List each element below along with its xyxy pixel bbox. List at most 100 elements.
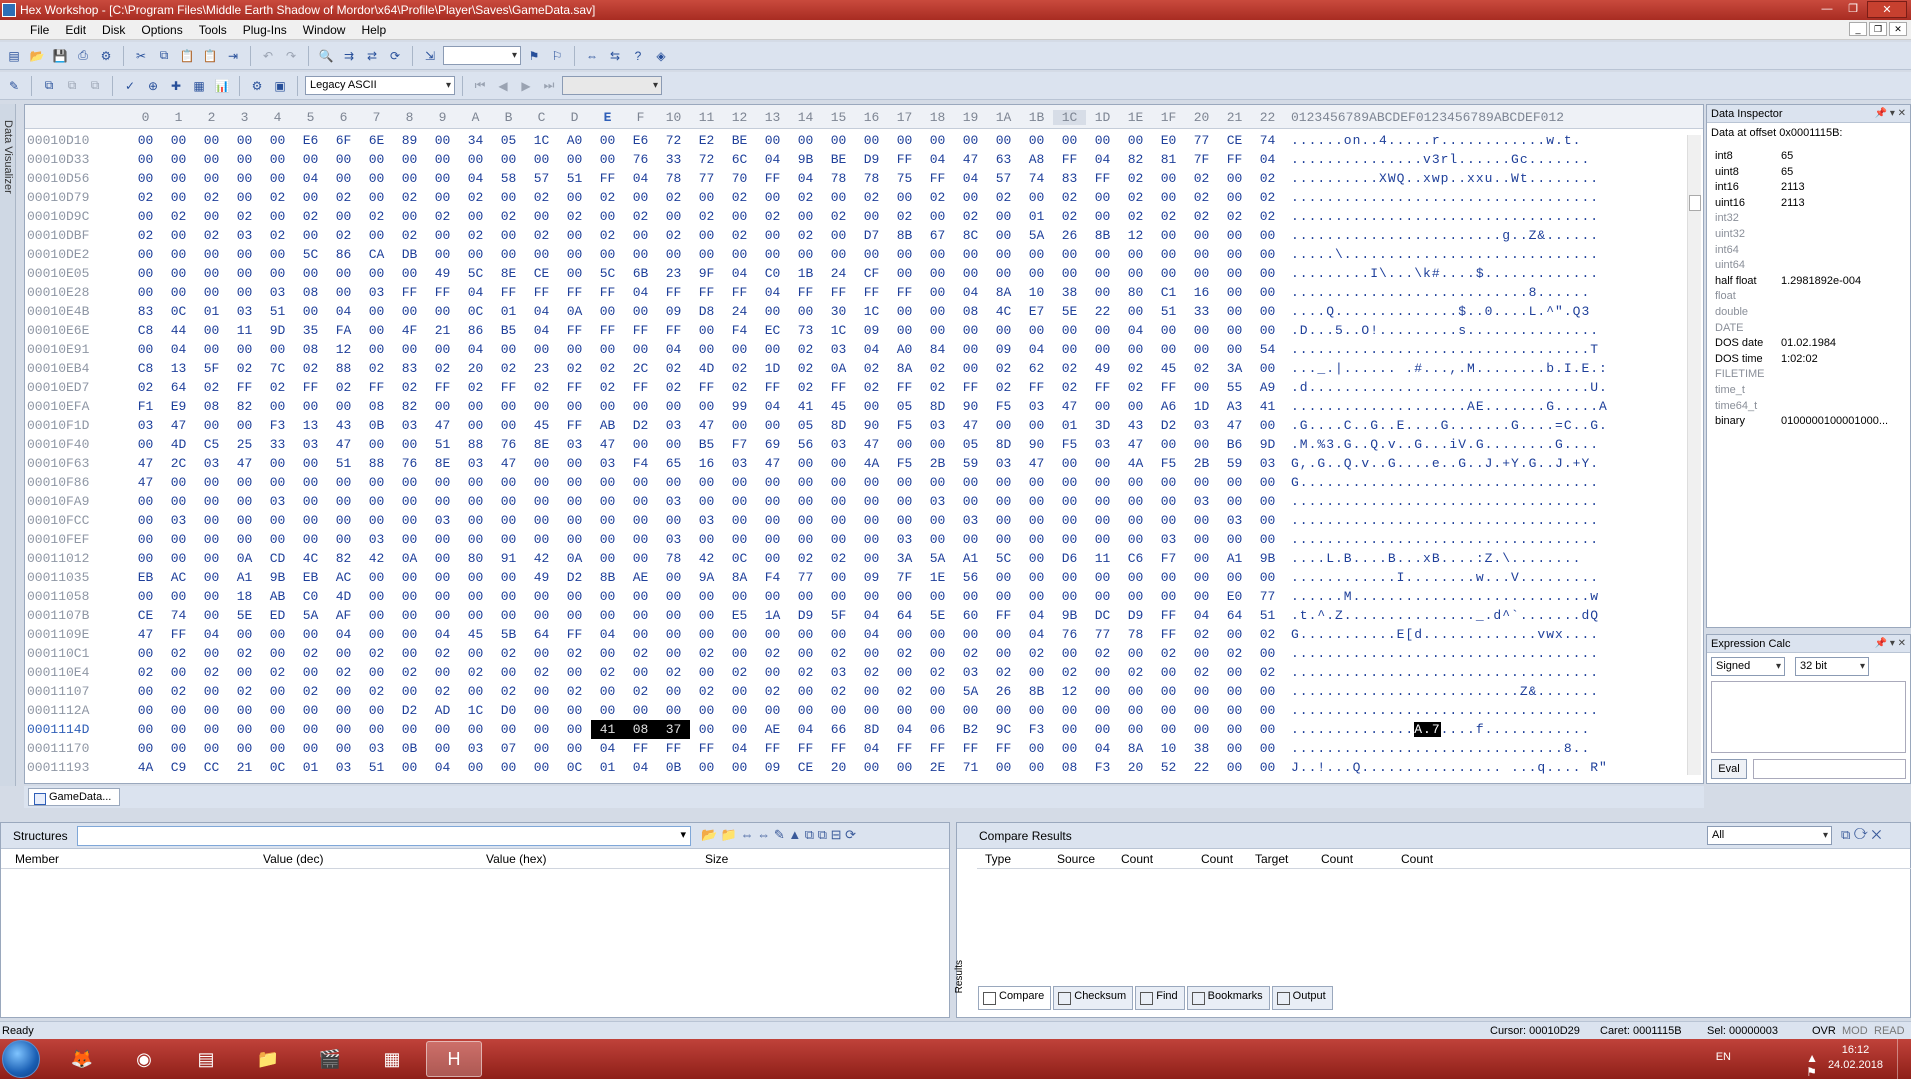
save-icon[interactable]: 💾 (50, 46, 70, 66)
hex-workshop-task-icon[interactable]: H (426, 1041, 482, 1077)
structures-col-header[interactable]: Value (hex) (486, 852, 546, 866)
row-ascii[interactable]: G.................................. (1291, 473, 1599, 492)
show-desktop-button[interactable] (1897, 1039, 1911, 1079)
row-ascii[interactable]: ....Q..............$..0....L.^".Q3 (1291, 302, 1590, 321)
doc-close-button[interactable]: ✕ (1889, 22, 1907, 36)
copy-as-icon[interactable]: ⧉ (39, 76, 59, 96)
row-ascii[interactable]: ..................................T (1291, 340, 1599, 359)
minimize-button[interactable]: — (1815, 1, 1839, 18)
sync-icon[interactable]: ⇆ (605, 46, 625, 66)
inspector-row[interactable]: binary 0100000100001000... (1715, 412, 1895, 431)
compare-col-header[interactable]: Count (1201, 852, 1233, 866)
row-ascii[interactable]: ...........................8...... (1291, 283, 1590, 302)
hex-row[interactable]: 00010E6E C8 44 00 11 9D 35 FA 00 4F 21 86 B5 04 FF FF FF… (25, 321, 1681, 340)
row-bytes[interactable]: C8 13 5F 02 7C 02 88 02 83 02 20 02 23 02 02 2C 02 4D 02 1D… (129, 359, 1284, 378)
row-bytes[interactable]: 00 00 00 00 00 00 00 00 00 49 5C 8E CE 00 5C 6B 23 9F 04 C0… (129, 264, 1284, 283)
open-icon[interactable]: 📂 (27, 46, 47, 66)
hex-row[interactable]: 00010F63 47 2C 03 47 00 00 51 88 76 8E 03 47 00 00 03 F4… (25, 454, 1681, 473)
export-icon[interactable]: ⇥ (223, 46, 243, 66)
hex-row[interactable]: 00010D79 02 00 02 00 02 00 02 00 02 00 02 00 02 00 02 00… (25, 188, 1681, 207)
stats-icon[interactable]: 📊 (212, 76, 232, 96)
tab-bookmarks[interactable]: Bookmarks (1186, 986, 1270, 1010)
hex-row[interactable]: 00010D33 00 00 00 00 00 00 00 00 00 00 00 00 00 00 00 76… (25, 150, 1681, 169)
compare-col-header[interactable]: Count (1121, 852, 1153, 866)
row-bytes[interactable]: 00 00 00 0A CD 4C 82 42 0A 00 80 91 42 0A 00 00 78 42 0C 00… (129, 549, 1284, 568)
goto-icon[interactable]: ⇲ (420, 46, 440, 66)
hex-row[interactable]: 00010DBF 02 00 02 03 02 00 02 00 02 00 02 00 02 00 02 00… (25, 226, 1681, 245)
hex-row[interactable]: 00011058 00 00 00 18 AB C0 4D 00 00 00 00 00 00 00 00 00… (25, 587, 1681, 606)
hex-row[interactable]: 00010E28 00 00 00 00 03 08 00 03 FF FF 04 FF FF FF FF 04… (25, 283, 1681, 302)
row-bytes[interactable]: 00 00 00 00 00 04 00 00 00 00 04 58 57 51 FF 04 78 77 70 FF… (129, 169, 1284, 188)
row-bytes[interactable]: 00 00 00 00 03 00 00 00 00 00 00 00 00 00 00 00 03 00 00 00… (129, 492, 1284, 511)
row-bytes[interactable]: EB AC 00 A1 9B EB AC 00 00 00 00 00 49 D2 8B AE 00 9A 8A F4… (129, 568, 1284, 587)
find-icon[interactable]: 🔍 (316, 46, 336, 66)
hex-row[interactable]: 00010E4B 83 0C 01 03 51 00 04 00 00 00 0C 01 04 0A 00 00… (25, 302, 1681, 321)
find-next-icon[interactable]: ⇉ (339, 46, 359, 66)
doc-minimize-button[interactable]: _ (1849, 22, 1867, 36)
row-bytes[interactable]: 02 64 02 FF 02 FF 02 FF 02 FF 02 FF 02 FF 02 FF 02 FF 02 FF… (129, 378, 1284, 397)
eval-button[interactable]: Eval (1711, 759, 1747, 779)
fill-icon[interactable]: ▦ (189, 76, 209, 96)
menu-plugins[interactable]: Plug-Ins (235, 23, 295, 37)
row-ascii[interactable]: ............I........w...V......... (1291, 568, 1599, 587)
row-ascii[interactable]: ....................AE.......G.....A (1291, 397, 1608, 416)
row-bytes[interactable]: 00 00 00 00 00 00 00 03 00 00 00 00 00 00 00 00 03 00 00 00… (129, 530, 1284, 549)
paste-icon[interactable]: 📋 (177, 46, 197, 66)
bookmark-next-icon[interactable]: ⚐ (547, 46, 567, 66)
print-icon[interactable]: ⎙ (73, 46, 93, 66)
last-icon[interactable]: ⏭ (539, 76, 559, 96)
compare-col-header[interactable]: Count (1321, 852, 1353, 866)
first-icon[interactable]: ⏮ (470, 76, 490, 96)
hex-row[interactable]: 0001107B CE 74 00 5E ED 5A AF 00 00 00 00 00 00 00 00 00… (25, 606, 1681, 625)
refresh-icon[interactable]: ⟳ (385, 46, 405, 66)
hex-row[interactable]: 00010D10 00 00 00 00 00 E6 6F 6E 89 00 34 05 1C A0 00 E6… (25, 131, 1681, 150)
hex-row[interactable]: 00010F86 47 00 00 00 00 00 00 00 00 00 00 00 00 00 00 00… (25, 473, 1681, 492)
clock[interactable]: 16:12 24.02.2018 (1828, 1043, 1883, 1073)
row-bytes[interactable]: 83 0C 01 03 51 00 04 00 00 00 0C 01 04 0A 00 00 09 D8 24 00… (129, 302, 1284, 321)
export-as-icon[interactable]: ⧉ (62, 76, 82, 96)
row-ascii[interactable]: ................................... (1291, 644, 1599, 663)
tab-output[interactable]: Output (1271, 986, 1333, 1010)
menu-help[interactable]: Help (353, 23, 394, 37)
menu-edit[interactable]: Edit (57, 23, 94, 37)
menu-window[interactable]: Window (295, 23, 354, 37)
compare-filter-select[interactable]: All (1707, 826, 1832, 845)
row-bytes[interactable]: 00 00 00 00 00 00 00 00 00 00 00 00 00 00 00 76 33 72 6C 04… (129, 150, 1284, 169)
expression-input[interactable] (1711, 681, 1906, 753)
compare-col-header[interactable]: Type (985, 852, 1011, 866)
hex-row[interactable]: 00010EB4 C8 13 5F 02 7C 02 88 02 83 02 20 02 23 02 02 2C… (25, 359, 1681, 378)
row-ascii[interactable]: .M.%3.G..Q.v..G...iV.G........G.... (1291, 435, 1599, 454)
sign-select[interactable]: Signed (1711, 657, 1785, 676)
firefox-icon[interactable]: 🦊 (54, 1041, 110, 1077)
hex-row[interactable]: 00010EFA F1 E9 08 82 00 00 00 08 82 00 00 00 00 00 00 00… (25, 397, 1681, 416)
row-ascii[interactable]: ................................... (1291, 663, 1599, 682)
undo-icon[interactable]: ↶ (258, 46, 278, 66)
doc-restore-button[interactable]: ❐ (1869, 22, 1887, 36)
row-bytes[interactable]: 00 02 00 02 00 02 00 02 00 02 00 02 00 02 00 02 00 02 00 02… (129, 207, 1284, 226)
properties-icon[interactable]: ⚙ (96, 46, 116, 66)
maximize-button[interactable]: ❐ (1841, 1, 1865, 18)
row-ascii[interactable]: ........................g..Z&...... (1291, 226, 1599, 245)
row-bytes[interactable]: 00 02 00 02 00 02 00 02 00 02 00 02 00 02 00 02 00 02 00 02… (129, 682, 1284, 701)
row-ascii[interactable]: J..!...Q................ ...q.... R" (1291, 758, 1608, 777)
hex-row[interactable]: 00010F1D 03 47 00 00 F3 13 43 0B 03 47 00 00 45 FF AB D2… (25, 416, 1681, 435)
row-bytes[interactable]: 00 00 00 00 00 00 00 00 00 00 00 00 00 00 41 08 37 00 00 AE… (129, 720, 1284, 739)
structures-select[interactable] (77, 826, 691, 846)
help-icon[interactable]: ? (628, 46, 648, 66)
menu-disk[interactable]: Disk (94, 23, 133, 37)
compare-col-header[interactable]: Source (1057, 852, 1095, 866)
add-icon[interactable]: ✚ (166, 76, 186, 96)
goto-combo[interactable] (443, 46, 521, 65)
tab-compare[interactable]: Compare (978, 986, 1052, 1010)
row-ascii[interactable]: ................................... (1291, 188, 1599, 207)
menu-tools[interactable]: Tools (191, 23, 235, 37)
hex-row[interactable]: 00010FEF 00 00 00 00 00 00 00 03 00 00 00 00 00 00 00 00… (25, 530, 1681, 549)
row-ascii[interactable]: .d................................U. (1291, 378, 1608, 397)
row-bytes[interactable]: 00 00 00 18 AB C0 4D 00 00 00 00 00 00 00 00 00 00 00 00 00… (129, 587, 1284, 606)
row-bytes[interactable]: CE 74 00 5E ED 5A AF 00 00 00 00 00 00 00 00 00 00 00 E5 1A… (129, 606, 1284, 625)
menu-options[interactable]: Options (133, 23, 190, 37)
row-bytes[interactable]: 00 04 00 00 00 08 12 00 00 00 04 00 00 00 00 00 04 00 00 00… (129, 340, 1284, 359)
tab-checksum[interactable]: Checksum (1053, 986, 1134, 1010)
hex-row[interactable]: 00010FCC 00 03 00 00 00 00 00 00 00 03 00 00 00 00 00 00… (25, 511, 1681, 530)
row-bytes[interactable]: 4A C9 CC 21 0C 01 03 51 00 04 00 00 00 0C 01 04 0B 00 00 09… (129, 758, 1284, 777)
